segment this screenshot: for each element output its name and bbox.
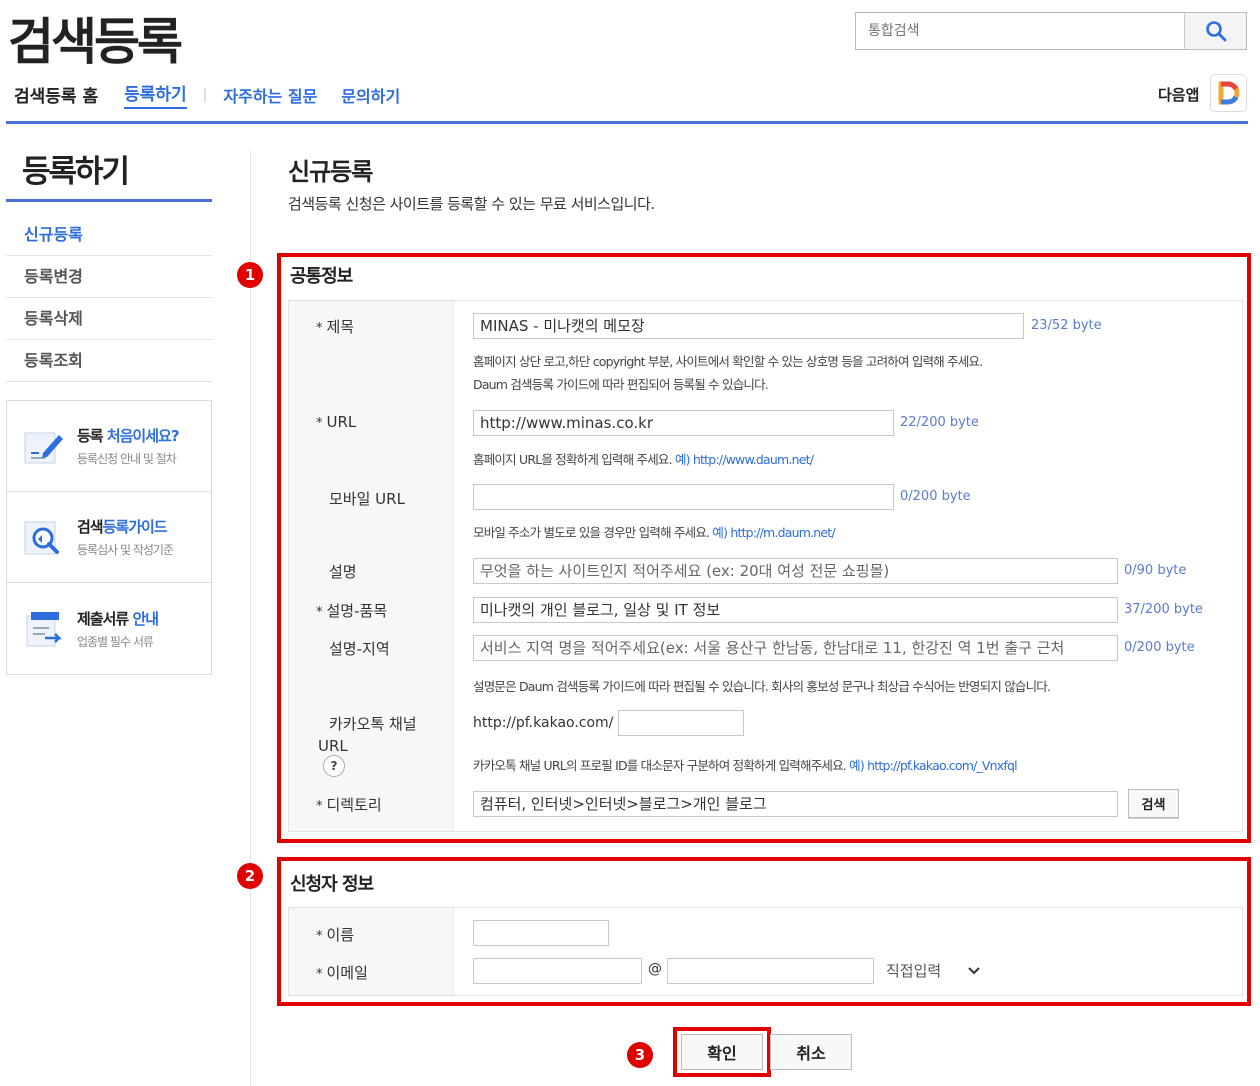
sidebar-menu: 신규등록 등록변경 등록삭제 등록조회 xyxy=(6,214,212,382)
sidebar-title-underline xyxy=(6,199,212,202)
nav-faq[interactable]: 자주하는 질문 xyxy=(223,83,317,107)
desc-region-input[interactable]: 서비스 지역 명을 적어주세요(ex: 서울 용산구 한남동, 한남대로 11,… xyxy=(473,635,1118,661)
title-help-2: Daum 검색등록 가이드에 따라 편집되어 등록될 수 있습니다. xyxy=(473,377,769,392)
guide-reg-title: 검색 xyxy=(77,518,104,536)
daum-app-link[interactable]: 다음앱 xyxy=(1158,84,1199,105)
sidebar-title: 등록하기 xyxy=(22,154,130,190)
kakao-id-input[interactable] xyxy=(618,710,744,736)
annotation-badge-3: 3 xyxy=(627,1042,653,1068)
desc-item-byte-count: 37/200 byte xyxy=(1124,602,1203,617)
desc-item-label: * 설명-품목 xyxy=(316,602,388,620)
kakao-url-prefix: http://pf.kakao.com/ xyxy=(473,715,614,731)
top-nav: 검색등록 홈 등록하기 | 자주하는 질문 문의하기 xyxy=(14,80,424,109)
title-byte-count: 23/52 byte xyxy=(1031,318,1102,333)
desc-region-label: 설명-지역 xyxy=(329,640,390,658)
url-help: 홈페이지 URL을 정확하게 입력해 주세요. 예) http://www.da… xyxy=(473,452,814,467)
directory-search-button[interactable]: 검색 xyxy=(1128,789,1179,818)
applicant-label-column xyxy=(289,908,454,995)
search-box xyxy=(855,12,1247,50)
kakao-example-link[interactable]: 예) http://pf.kakao.com/_Vnxfql xyxy=(849,758,1017,773)
sidebar-item-delete[interactable]: 등록삭제 xyxy=(6,298,212,340)
guide-registration[interactable]: 검색등록가이드 등록심사 및 작성기준 xyxy=(7,492,211,583)
sidebar-divider xyxy=(250,150,251,1086)
kakao-label-2: URL xyxy=(318,737,348,755)
email-local-input[interactable] xyxy=(473,958,642,984)
guide-first-title: 등록 xyxy=(77,427,107,445)
search-icon xyxy=(1205,21,1226,42)
kakao-help-icon[interactable]: ? xyxy=(323,755,345,777)
url-input[interactable]: http://www.minas.co.kr xyxy=(473,410,894,436)
guide-documents[interactable]: 제출서류 안내 업종별 필수 서류 xyxy=(7,583,211,674)
title-help-1: 홈페이지 상단 로고,하단 copyright 부분, 사이트에서 확인할 수 … xyxy=(473,354,983,369)
mobile-url-label: 모바일 URL xyxy=(329,490,405,508)
header-divider xyxy=(6,121,1248,124)
daum-app-button[interactable] xyxy=(1210,74,1247,112)
title-input[interactable]: MINAS - 미나캣의 메모장 xyxy=(473,313,1024,339)
kakao-help: 카카오톡 채널 URL의 프로필 ID를 대소문자 구분하여 정확하게 입력해주… xyxy=(473,758,1018,773)
guide-reg-title-highlight: 등록가이드 xyxy=(102,518,168,536)
title-label: * 제목 xyxy=(316,318,355,336)
name-input[interactable] xyxy=(473,920,609,946)
nav-inquiry[interactable]: 문의하기 xyxy=(341,83,400,107)
nav-separator: | xyxy=(202,86,208,103)
annotation-badge-1: 1 xyxy=(237,262,263,288)
guide-docs-title: 제출서류 xyxy=(77,609,133,628)
sidebar-item-change[interactable]: 등록변경 xyxy=(6,256,212,298)
nav-home[interactable]: 검색등록 홈 xyxy=(14,82,98,107)
url-label: * URL xyxy=(316,413,357,431)
daum-logo-icon xyxy=(1218,81,1239,105)
sidebar-item-lookup[interactable]: 등록조회 xyxy=(6,340,212,382)
email-label: * 이메일 xyxy=(316,964,368,982)
email-domain-input[interactable] xyxy=(667,958,874,984)
desc-label: 설명 xyxy=(329,563,357,581)
mobile-url-byte-count: 0/200 byte xyxy=(900,489,971,504)
cancel-button[interactable]: 취소 xyxy=(770,1034,852,1070)
directory-label: * 디렉토리 xyxy=(316,796,382,814)
pencil-doc-icon xyxy=(24,432,63,464)
desc-help: 설명문은 Daum 검색등록 가이드에 따라 편집될 수 있습니다. 회사의 홍… xyxy=(473,679,1051,694)
guide-reg-sub: 등록심사 및 작성기준 xyxy=(77,543,174,557)
name-label: * 이름 xyxy=(316,926,355,944)
annotation-badge-2: 2 xyxy=(237,863,263,889)
desc-item-input[interactable]: 미나캣의 개인 블로그, 일상 및 IT 정보 xyxy=(473,597,1118,623)
guide-docs-sub: 업종별 필수 서류 xyxy=(77,634,154,649)
sidebar-item-new[interactable]: 신규등록 xyxy=(6,214,212,256)
email-domain-select-value: 직접입력 xyxy=(886,962,942,980)
common-label-column xyxy=(289,301,454,831)
url-example-link[interactable]: 예) http://www.daum.net/ xyxy=(675,452,814,467)
desc-byte-count: 0/90 byte xyxy=(1124,563,1187,578)
search-button[interactable] xyxy=(1184,13,1246,49)
confirm-button[interactable]: 확인 xyxy=(681,1034,763,1070)
desc-input[interactable]: 무엇을 하는 사이트인지 적어주세요 (ex: 20대 여성 전문 쇼핑몰) xyxy=(473,558,1118,584)
sidebar-guide-boxes: 등록 처음이세요? 등록신청 안내 및 절차 검색등록가이드 등록심사 및 작성… xyxy=(6,400,212,675)
applicant-section-title: 신청자 정보 xyxy=(290,874,374,895)
email-domain-select[interactable]: 직접입력 xyxy=(886,960,981,981)
guide-first-title-highlight: 처음이세요? xyxy=(106,427,180,445)
documents-icon xyxy=(26,611,63,646)
mobile-example-link[interactable]: 예) http://m.daum.net/ xyxy=(712,525,835,540)
directory-input[interactable]: 컴퓨터, 인터넷>인터넷>블로그>개인 블로그 xyxy=(473,791,1118,817)
mobile-url-help: 모바일 주소가 별도로 있을 경우만 입력해 주세요. 예) http://m.… xyxy=(473,525,836,540)
common-section-title: 공통정보 xyxy=(290,266,353,287)
kakao-label-1: 카카오톡 채널 xyxy=(329,715,417,733)
page-description: 검색등록 신청은 사이트를 등록할 수 있는 무료 서비스입니다. xyxy=(288,195,655,213)
guide-docs-title-highlight: 안내 xyxy=(132,609,159,628)
magnifier-doc-icon xyxy=(24,521,59,555)
email-at-sign: @ xyxy=(648,961,662,977)
nav-register[interactable]: 등록하기 xyxy=(124,80,187,109)
guide-first-sub: 등록신청 안내 및 절차 xyxy=(77,452,177,466)
mobile-url-input[interactable] xyxy=(473,484,894,510)
guide-first-time[interactable]: 등록 처음이세요? 등록신청 안내 및 절차 xyxy=(7,401,211,492)
page-title: 신규등록 xyxy=(288,158,373,186)
search-input[interactable] xyxy=(856,13,1184,49)
chevron-down-icon xyxy=(968,966,980,974)
site-logo[interactable]: 검색등록 xyxy=(8,2,183,74)
url-byte-count: 22/200 byte xyxy=(900,415,979,430)
desc-region-byte-count: 0/200 byte xyxy=(1124,640,1195,655)
